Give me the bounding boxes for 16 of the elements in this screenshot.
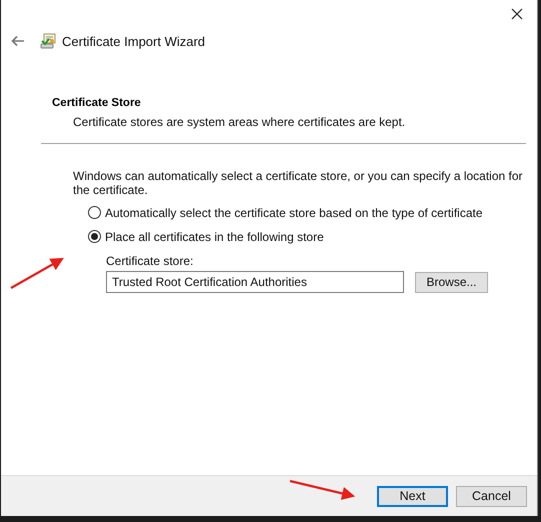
window-title: Certificate Import Wizard <box>62 34 206 48</box>
section-heading: Certificate Store <box>52 96 142 110</box>
radio-option[interactable]: Place all certificates in the following store <box>88 229 324 244</box>
radio-button[interactable] <box>88 230 101 243</box>
dialog-button[interactable]: Next <box>377 486 448 506</box>
back-icon[interactable] <box>11 35 25 47</box>
instruction-text: Windows can automatically select a certificate store, or you can specify a location for the certificate. <box>73 169 524 197</box>
radio-button[interactable] <box>88 206 101 219</box>
section-description: Certificate stores are system areas where certificates are kept. <box>73 114 406 130</box>
input-field[interactable]: Trusted Root Certification Authorities <box>106 271 404 293</box>
close-icon[interactable] <box>511 8 523 20</box>
certificate-icon <box>39 32 57 50</box>
field-label: Certificate store: <box>106 254 194 268</box>
radio-option[interactable]: Automatically select the certificate store based on the type of certificate <box>88 205 483 220</box>
dialog-button[interactable]: Cancel <box>456 486 527 506</box>
browse-button[interactable]: Browse... <box>415 272 488 292</box>
